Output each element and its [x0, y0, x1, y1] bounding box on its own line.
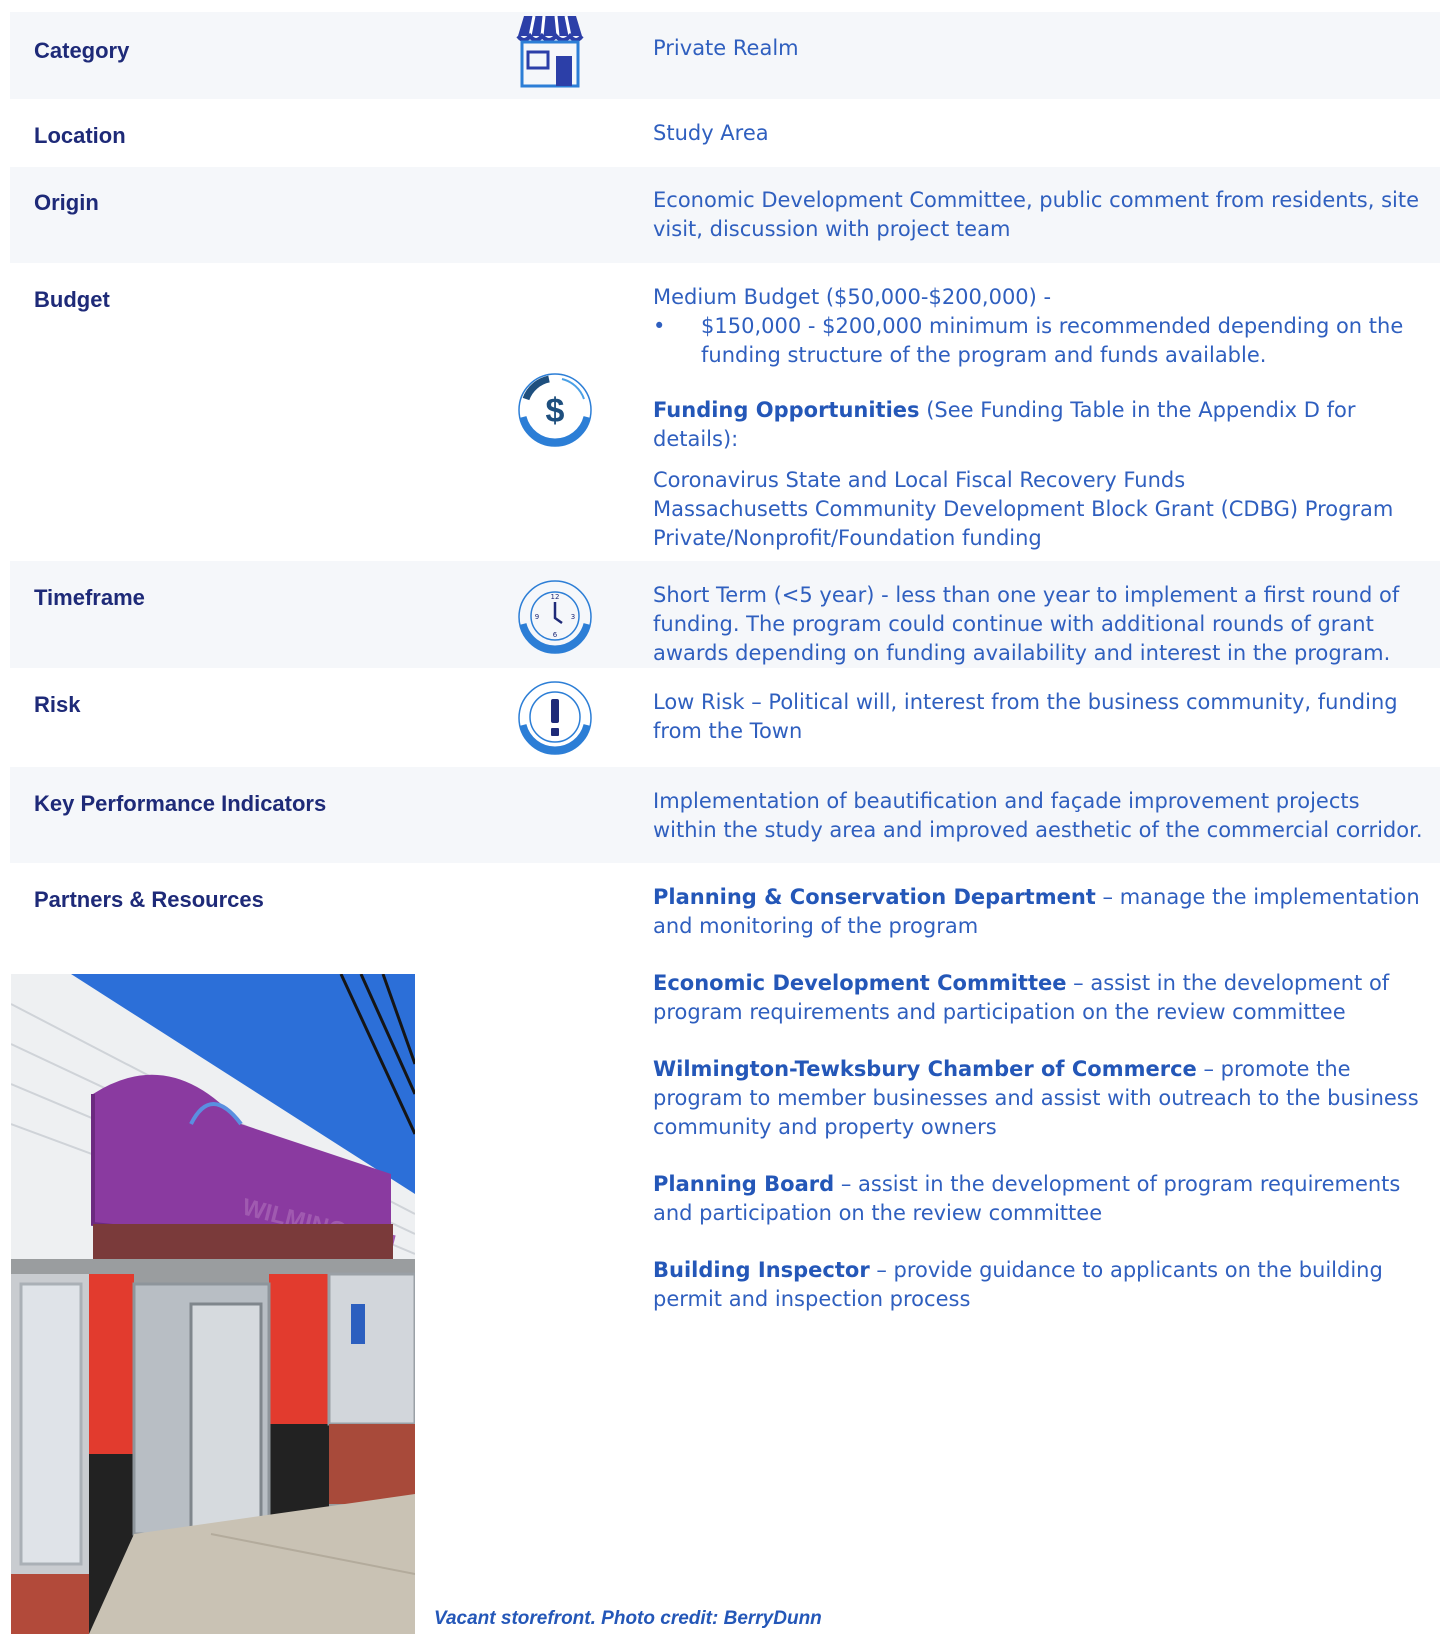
partner-name: Building Inspector: [653, 1258, 870, 1282]
timeframe-value: Short Term (<5 year) - less than one yea…: [653, 583, 1400, 665]
svg-text:9: 9: [535, 613, 539, 621]
partner-name: Planning Board: [653, 1172, 835, 1196]
kpi-value: Implementation of beautification and faç…: [653, 789, 1423, 842]
svg-text:3: 3: [571, 613, 575, 621]
svg-text:$: $: [546, 392, 565, 430]
partner-name: Economic Development Committee: [653, 971, 1067, 995]
partner-item: Planning Board – assist in the developme…: [653, 1170, 1423, 1228]
funding-heading: Funding Opportunities (See Funding Table…: [653, 396, 1423, 454]
partner-item: Economic Development Committee – assist …: [653, 969, 1423, 1027]
location-row: Location Study Area: [10, 99, 1440, 167]
risk-row: Risk Low Risk – Political will, interest…: [10, 668, 1440, 763]
budget-label: Budget: [34, 287, 110, 312]
storefront-photo: WILMINGTON: [11, 974, 415, 1634]
budget-row: Budget $ Medium Budget ($50,000-$200,000…: [10, 263, 1440, 561]
kpi-row: Key Performance Indicators Implementatio…: [10, 767, 1440, 863]
photo-caption: Vacant storefront. Photo credit: BerryDu…: [434, 1608, 822, 1629]
category-label: Category: [34, 38, 130, 63]
budget-line: Medium Budget ($50,000-$200,000) -: [653, 285, 1052, 309]
exclamation-icon: [514, 677, 596, 764]
origin-value: Economic Development Committee, public c…: [653, 188, 1420, 241]
risk-label: Risk: [34, 692, 81, 717]
partner-item: Wilmington-Tewksbury Chamber of Commerce…: [653, 1055, 1423, 1142]
partner-name: Wilmington-Tewksbury Chamber of Commerce: [653, 1057, 1197, 1081]
partner-name: Planning & Conservation Department: [653, 885, 1096, 909]
location-value: Study Area: [653, 121, 769, 145]
budget-bullet: • $150,000 - $200,000 minimum is recomme…: [653, 312, 1423, 370]
partner-item: Planning & Conservation Department – man…: [653, 883, 1423, 941]
svg-text:6: 6: [553, 631, 558, 639]
budget-bullet-text: $150,000 - $200,000 minimum is recommend…: [701, 314, 1404, 367]
partner-item: Building Inspector – provide guidance to…: [653, 1256, 1423, 1314]
svg-text:12: 12: [551, 593, 560, 601]
funding-source: Coronavirus State and Local Fiscal Recov…: [653, 468, 1186, 492]
funding-source: Private/Nonprofit/Foundation funding: [653, 526, 1042, 550]
funding-source: Massachusetts Community Development Bloc…: [653, 497, 1394, 521]
timeframe-row: Timeframe 12 3 6 9 Short Term (<5 year) …: [10, 561, 1440, 668]
risk-value: Low Risk – Political will, interest from…: [653, 690, 1398, 743]
origin-row: Origin Economic Development Committee, p…: [10, 167, 1440, 263]
origin-label: Origin: [34, 190, 99, 215]
location-label: Location: [34, 123, 126, 148]
category-row: Category Private Realm: [10, 12, 1440, 99]
dollar-icon: $: [514, 369, 596, 456]
storefront-icon: [516, 12, 584, 93]
category-value: Private Realm: [653, 36, 799, 60]
kpi-label: Key Performance Indicators: [34, 791, 327, 816]
bullet-icon: •: [653, 314, 666, 338]
partners-label: Partners & Resources: [34, 887, 264, 912]
clock-icon: 12 3 6 9: [514, 576, 596, 663]
timeframe-label: Timeframe: [34, 585, 145, 610]
funding-title: Funding Opportunities: [653, 398, 920, 422]
partners-list: Planning & Conservation Department – man…: [653, 883, 1423, 1314]
budget-value: Medium Budget ($50,000-$200,000) - • $15…: [653, 283, 1423, 553]
